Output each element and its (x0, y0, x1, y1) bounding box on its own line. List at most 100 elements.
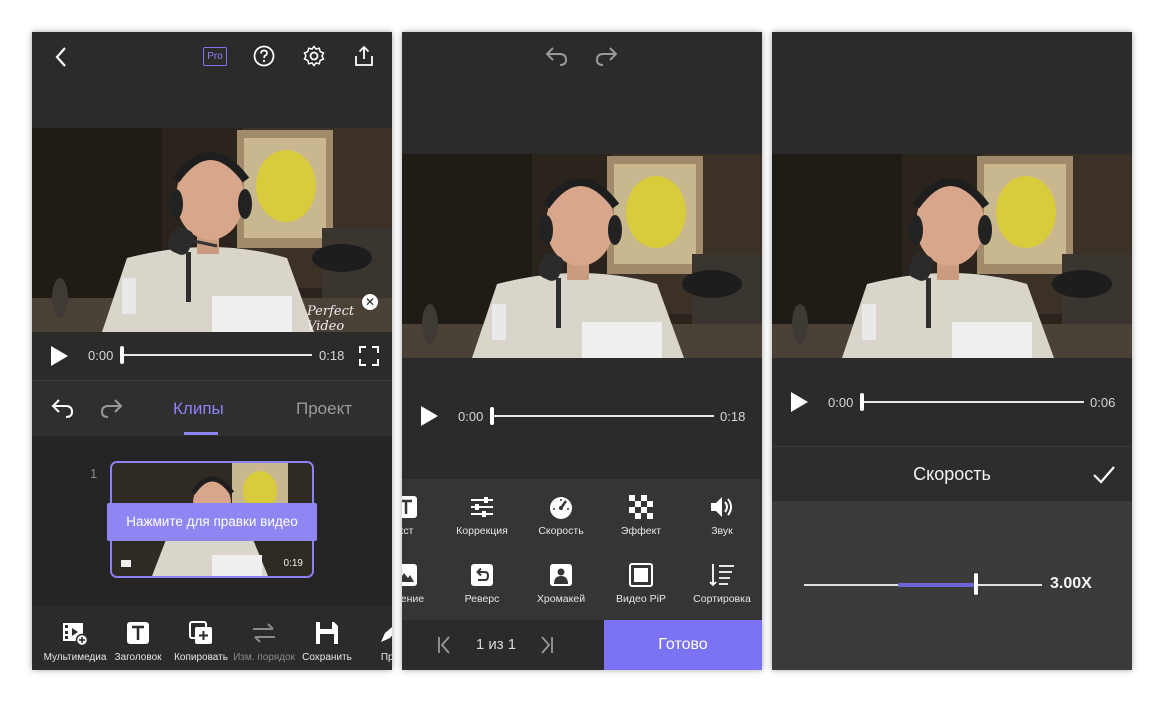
tool-chroma-label: Хромакей (536, 593, 586, 605)
media-button[interactable]: Мультимедиа (40, 620, 110, 663)
tool-sort-label: Сортировка (693, 593, 751, 605)
title-button[interactable]: Заголовок (103, 620, 173, 663)
clip-duration: 0:19 (283, 558, 303, 569)
tool-effect[interactable]: Эффект (599, 495, 683, 537)
watermark: Perfect Video (307, 304, 355, 332)
sliders-icon (471, 497, 493, 517)
timeline-knob[interactable] (490, 407, 494, 425)
timeline-track[interactable] (120, 354, 312, 356)
title-icon (127, 622, 149, 644)
tool-sort[interactable]: Сортировка (680, 563, 762, 605)
gear-icon[interactable] (303, 45, 325, 67)
current-time: 0:00 (828, 395, 854, 410)
tool-chroma[interactable]: Хромакей (519, 563, 603, 605)
bottom-bar: 1 из 1 Готово (402, 620, 762, 670)
reorder-icon (253, 623, 275, 643)
tool-correction-label: Коррекция (456, 525, 508, 537)
done-button[interactable]: Готово (604, 620, 762, 670)
play-icon[interactable] (421, 406, 438, 426)
timeline-knob[interactable] (860, 393, 864, 411)
share-icon[interactable] (353, 44, 375, 68)
tab-underline (184, 432, 218, 435)
speed-header: Скорость (772, 446, 1132, 502)
checker-icon (629, 495, 653, 519)
current-time: 0:00 (88, 348, 114, 363)
speed-value: 3.00X (1050, 575, 1092, 592)
tool-correction[interactable]: Коррекция (440, 495, 524, 537)
editor-screen-tools: 0:00 0:18 кст Коррекция Скорость (402, 32, 762, 670)
video-preview[interactable] (402, 154, 762, 358)
play-icon[interactable] (791, 392, 808, 412)
video-frame (402, 154, 762, 358)
copy-icon (189, 621, 212, 644)
tool-speed[interactable]: Скорость (519, 495, 603, 537)
end-time: 0:06 (1090, 395, 1116, 410)
redo-icon[interactable] (595, 46, 619, 66)
timeline-track[interactable] (492, 415, 714, 417)
sort-icon (709, 564, 734, 587)
edit-hint-tooltip[interactable]: Нажмите для правки видео (107, 503, 317, 541)
speaker-icon (711, 497, 732, 517)
clip-pager: 1 из 1 (402, 620, 604, 670)
media-label: Мультимедиа (43, 652, 107, 663)
redo-icon[interactable] (100, 398, 124, 418)
current-time: 0:00 (458, 409, 484, 424)
undo-icon[interactable] (544, 46, 568, 66)
speed-screen: 0:00 0:06 Скорость 3.00X (772, 32, 1132, 670)
player-controls: 0:00 0:18 (402, 396, 762, 436)
video-frame (772, 154, 1132, 358)
play-icon[interactable] (51, 346, 68, 366)
help-icon[interactable] (253, 45, 275, 67)
last-clip-icon[interactable] (537, 636, 555, 654)
speed-title: Скорость (913, 464, 991, 484)
video-preview[interactable]: Perfect Video ✕ (32, 128, 392, 332)
tool-pip[interactable]: Видео PiP (599, 563, 683, 605)
bottom-toolbar: Мультимедиа Заголовок Копировать Изм. по… (32, 606, 392, 670)
tab-project[interactable]: Проект (296, 399, 352, 419)
undo-icon[interactable] (50, 398, 74, 418)
title-label: Заголовок (114, 652, 162, 663)
reorder-button[interactable]: Изм. порядок (229, 620, 299, 663)
image-icon (402, 564, 417, 586)
tab-clips[interactable]: Клипы (173, 399, 224, 419)
tool-pip-label: Видео PiP (616, 593, 666, 605)
fullscreen-icon[interactable] (359, 346, 379, 366)
tool-speed-label: Скорость (538, 525, 584, 537)
edit-label: Пра (380, 652, 392, 663)
pager-text: 1 из 1 (475, 636, 517, 653)
timeline-knob[interactable] (120, 346, 124, 364)
player-controls: 0:00 0:06 (772, 382, 1132, 422)
tool-reverse-label: Реверс (464, 593, 500, 605)
reorder-label: Изм. порядок (233, 652, 295, 663)
save-button[interactable]: Сохранить (292, 620, 362, 663)
media-add-icon (63, 623, 88, 646)
clip-list: 1 0:19 Нажмите для правки видео (32, 436, 392, 606)
end-time: 0:18 (319, 348, 345, 363)
pro-badge[interactable]: Pro (203, 47, 227, 66)
back-icon[interactable] (52, 46, 72, 68)
timeline-track[interactable] (862, 401, 1084, 403)
save-icon (316, 622, 338, 644)
reverse-icon (471, 564, 493, 586)
editor-screen-clips: Pro Perfect Video ✕ 0:00 0:18 Клипы Прое… (32, 32, 392, 670)
speed-slider-fill (898, 583, 974, 587)
tool-sound[interactable]: Звук (680, 495, 762, 537)
copy-button[interactable]: Копировать (166, 620, 236, 663)
tool-reverse[interactable]: Реверс (440, 563, 524, 605)
clip-number: 1 (90, 466, 98, 481)
confirm-check-icon[interactable] (1092, 465, 1116, 485)
remove-watermark-button[interactable]: ✕ (362, 294, 378, 310)
speedometer-icon (550, 497, 572, 519)
edit-button[interactable]: Пра (355, 620, 392, 663)
chroma-icon (550, 564, 572, 586)
video-clip-icon (121, 560, 131, 567)
pen-icon (381, 627, 392, 642)
video-preview[interactable] (772, 154, 1132, 358)
speed-panel: 3.00X (772, 501, 1132, 670)
tool-effect-label: Эффект (620, 525, 662, 537)
tool-sound-label: Звук (711, 525, 733, 537)
end-time: 0:18 (720, 409, 746, 424)
tab-bar: Клипы Проект (32, 380, 392, 437)
speed-slider-knob[interactable] (974, 573, 978, 595)
pip-icon (629, 563, 653, 587)
